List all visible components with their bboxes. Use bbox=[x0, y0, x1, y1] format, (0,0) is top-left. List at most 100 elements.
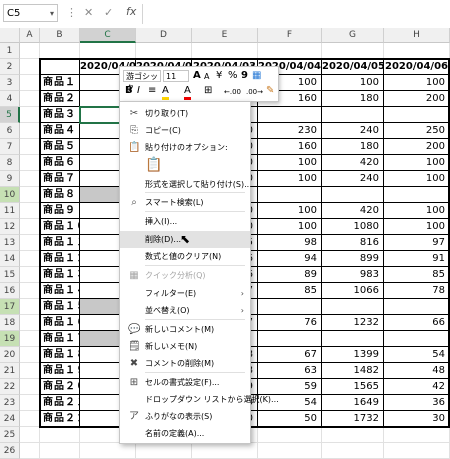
empty-cell[interactable] bbox=[20, 235, 40, 251]
table-cell[interactable]: 1482 bbox=[322, 363, 384, 379]
empty-cell[interactable] bbox=[80, 443, 136, 459]
table-cell[interactable]: 30 bbox=[384, 411, 450, 427]
product-label[interactable]: 商品１４ bbox=[40, 283, 80, 299]
empty-cell[interactable] bbox=[192, 443, 258, 459]
grow-font-button[interactable]: A bbox=[193, 70, 201, 82]
format-cells-icon[interactable]: ▦ bbox=[252, 70, 261, 82]
empty-cell[interactable] bbox=[20, 75, 40, 91]
row-header[interactable]: 21 bbox=[0, 363, 20, 379]
table-cell[interactable]: 42 bbox=[384, 379, 450, 395]
table-cell[interactable] bbox=[258, 107, 322, 123]
table-cell[interactable]: 160 bbox=[258, 139, 322, 155]
row-header[interactable]: 26 bbox=[0, 443, 20, 459]
row-header[interactable]: 15 bbox=[0, 267, 20, 283]
row-header[interactable]: 6 bbox=[0, 123, 20, 139]
context-menu-item[interactable]: アふりがなの表示(S) bbox=[120, 408, 250, 425]
borders-icon[interactable]: ⊞ bbox=[204, 85, 212, 97]
row-header[interactable]: 1 bbox=[0, 43, 20, 59]
cancel-icon[interactable]: ✕ bbox=[84, 6, 93, 19]
empty-cell[interactable] bbox=[20, 427, 40, 443]
table-cell[interactable]: 420 bbox=[322, 155, 384, 171]
table-cell[interactable]: 100 bbox=[258, 155, 322, 171]
table-cell[interactable]: 100 bbox=[258, 203, 322, 219]
context-menu-item[interactable]: 💬 新しいコメント(M) bbox=[120, 321, 250, 338]
empty-cell[interactable] bbox=[136, 43, 192, 59]
column-header[interactable]: A bbox=[20, 28, 40, 43]
table-cell[interactable]: 100 bbox=[384, 155, 450, 171]
empty-cell[interactable] bbox=[20, 219, 40, 235]
product-label[interactable]: 商品１２ bbox=[40, 251, 80, 267]
row-header[interactable]: 13 bbox=[0, 235, 20, 251]
empty-cell[interactable] bbox=[20, 155, 40, 171]
product-label[interactable]: 商品８ bbox=[40, 187, 80, 203]
context-menu-item[interactable]: 数式と値のクリア(N) bbox=[120, 248, 250, 265]
empty-cell[interactable] bbox=[258, 443, 322, 459]
product-label[interactable]: 商品７ bbox=[40, 171, 80, 187]
select-all-corner[interactable] bbox=[0, 28, 20, 43]
empty-cell[interactable] bbox=[192, 43, 258, 59]
product-label[interactable]: 商品２１ bbox=[40, 395, 80, 411]
table-cell[interactable]: 50 bbox=[258, 411, 322, 427]
chevron-down-icon[interactable]: ▾ bbox=[50, 5, 54, 23]
empty-cell[interactable] bbox=[20, 267, 40, 283]
table-cell[interactable] bbox=[258, 331, 322, 347]
empty-cell[interactable] bbox=[136, 443, 192, 459]
table-cell[interactable]: 100 bbox=[384, 171, 450, 187]
product-label[interactable]: 商品４ bbox=[40, 123, 80, 139]
table-cell[interactable]: 67 bbox=[258, 347, 322, 363]
empty-cell[interactable] bbox=[20, 411, 40, 427]
context-menu-item[interactable]: 🗒 新しいメモ(N) bbox=[120, 338, 250, 355]
product-label[interactable]: 商品１６ bbox=[40, 315, 80, 331]
table-cell[interactable] bbox=[322, 107, 384, 123]
empty-cell[interactable] bbox=[20, 59, 40, 75]
table-cell[interactable]: 66 bbox=[384, 315, 450, 331]
row-header[interactable]: 9 bbox=[0, 171, 20, 187]
table-cell[interactable]: 983 bbox=[322, 267, 384, 283]
context-menu-item[interactable]: ⊞ セルの書式設定(F)... bbox=[120, 374, 250, 391]
row-header[interactable]: 19 bbox=[0, 331, 20, 347]
table-cell[interactable]: 1649 bbox=[322, 395, 384, 411]
product-label[interactable]: 商品１９ bbox=[40, 363, 80, 379]
table-cell[interactable]: 200 bbox=[384, 139, 450, 155]
table-cell[interactable]: 420 bbox=[322, 203, 384, 219]
format-painter-icon[interactable]: ✎ bbox=[266, 85, 274, 97]
product-label[interactable]: 商品１７ bbox=[40, 331, 80, 347]
row-header[interactable]: 16 bbox=[0, 283, 20, 299]
empty-cell[interactable] bbox=[384, 427, 450, 443]
table-cell[interactable]: 1732 bbox=[322, 411, 384, 427]
empty-cell[interactable] bbox=[20, 331, 40, 347]
empty-cell[interactable] bbox=[20, 283, 40, 299]
font-size-box[interactable]: 11 bbox=[163, 70, 189, 82]
row-header[interactable]: 24 bbox=[0, 411, 20, 427]
table-cell[interactable]: 48 bbox=[384, 363, 450, 379]
context-menu-item[interactable]: 挿入(I)... bbox=[120, 213, 250, 230]
table-cell[interactable]: 100 bbox=[258, 219, 322, 235]
empty-cell[interactable] bbox=[20, 347, 40, 363]
table-cell[interactable]: 1232 bbox=[322, 315, 384, 331]
decrease-decimal-button[interactable]: .00→ bbox=[246, 86, 263, 98]
context-menu-item[interactable]: ⎘ コピー(C) bbox=[120, 122, 250, 139]
row-header[interactable]: 20 bbox=[0, 347, 20, 363]
table-cell[interactable]: 250 bbox=[384, 123, 450, 139]
row-header[interactable]: 18 bbox=[0, 315, 20, 331]
table-cell[interactable] bbox=[384, 107, 450, 123]
product-label[interactable]: 商品１３ bbox=[40, 267, 80, 283]
empty-cell[interactable] bbox=[322, 443, 384, 459]
column-header[interactable]: H bbox=[384, 28, 450, 43]
empty-cell[interactable] bbox=[20, 171, 40, 187]
product-label[interactable]: 商品５ bbox=[40, 139, 80, 155]
context-menu-item[interactable]: ドロップダウン リストから選択(K)... bbox=[120, 391, 279, 408]
table-cell[interactable]: 1565 bbox=[322, 379, 384, 395]
table-cell[interactable]: 200 bbox=[384, 91, 450, 107]
context-menu-item[interactable]: ⌕ スマート検索(L) bbox=[120, 194, 250, 211]
row-header[interactable]: 3 bbox=[0, 75, 20, 91]
font-name-box[interactable]: 游ゴシック bbox=[123, 70, 161, 93]
column-header[interactable]: D bbox=[136, 28, 192, 43]
table-cell[interactable]: 100 bbox=[384, 219, 450, 235]
row-header[interactable]: 8 bbox=[0, 155, 20, 171]
empty-cell[interactable] bbox=[40, 427, 80, 443]
row-header[interactable]: 23 bbox=[0, 395, 20, 411]
table-cell[interactable]: 63 bbox=[258, 363, 322, 379]
shrink-font-button[interactable]: A bbox=[204, 71, 209, 83]
product-label[interactable]: 商品１０ bbox=[40, 219, 80, 235]
